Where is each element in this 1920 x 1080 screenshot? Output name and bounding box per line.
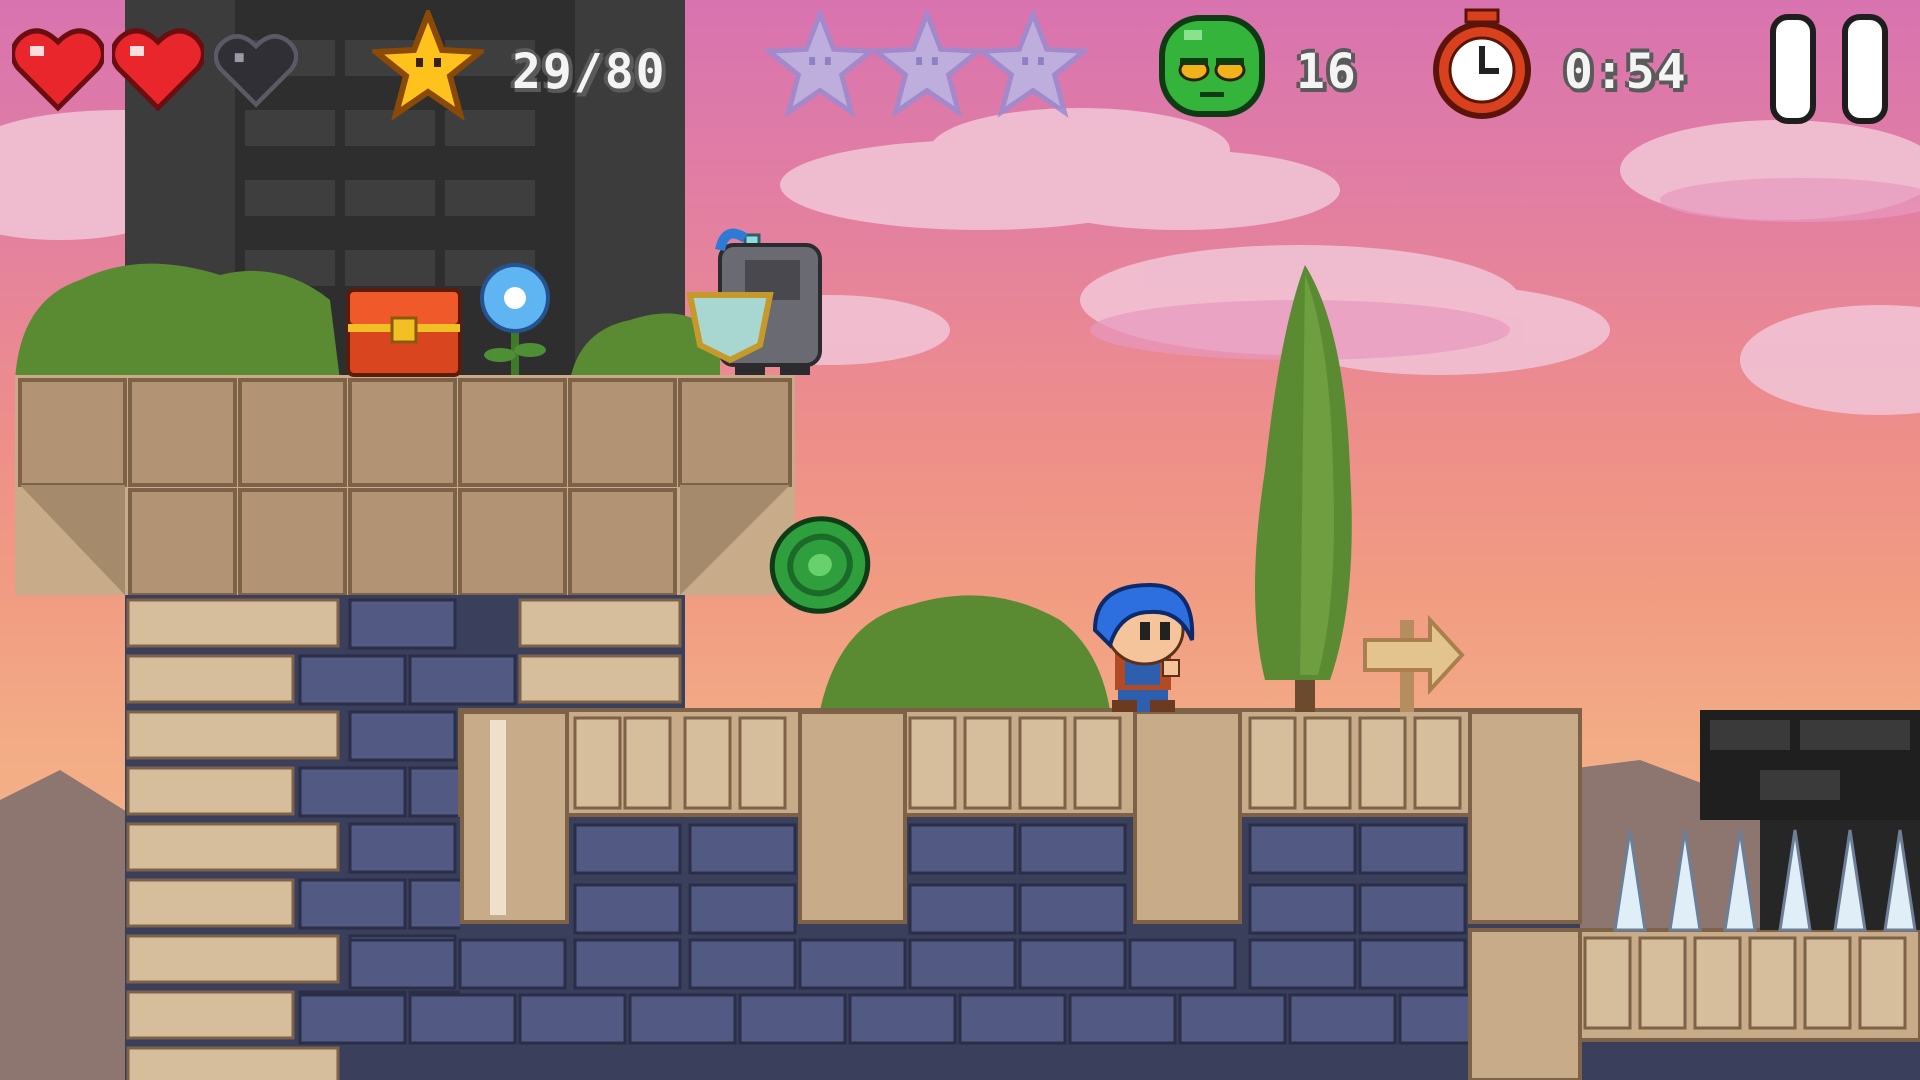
pause-icon [1842, 14, 1888, 124]
heart-full-icon [12, 28, 104, 112]
slime-enemy-icon [1159, 15, 1265, 117]
clock-icon [1433, 8, 1531, 119]
pause-button[interactable] [1770, 14, 1890, 124]
player-character [1092, 582, 1195, 712]
star-counter: 29/80 [512, 44, 667, 100]
heart-full-icon [112, 28, 204, 112]
gold-star-icon [372, 10, 484, 120]
big-star-icon [978, 10, 1088, 118]
timer-display: 0:54 [1564, 44, 1688, 100]
enemy-counter: 16 [1296, 44, 1358, 100]
game-screen: 29/80 16 0:54 [0, 0, 1920, 1080]
pause-icon [1770, 14, 1816, 124]
big-star-icon [765, 10, 875, 118]
big-star-icon [872, 10, 982, 118]
heart-empty-icon [214, 34, 298, 108]
